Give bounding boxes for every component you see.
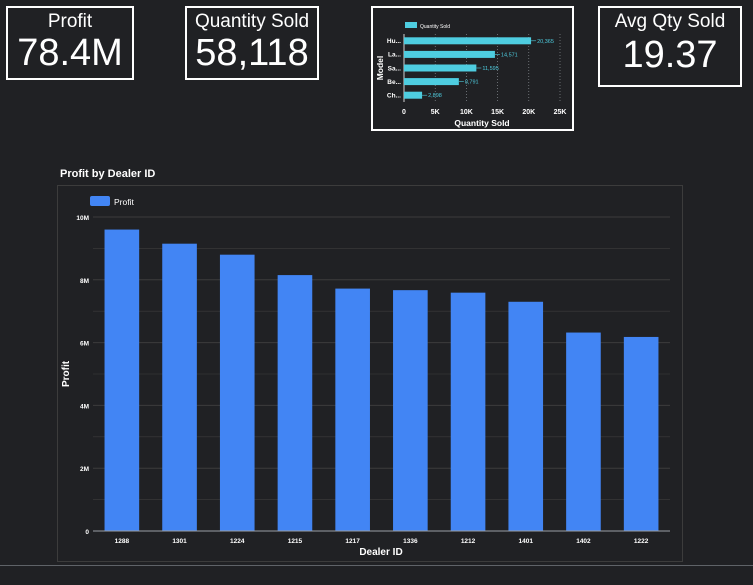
x-tick-label: 1222 [634, 538, 649, 545]
mini-chart-svg: Quantity Sold 0 5K 10K 15K 20K 25K Hu... 20,365 L… [375, 22, 567, 128]
kpi-card-quantity-sold: Quantity Sold 58,118 [185, 6, 319, 80]
kpi-card-profit: Profit 78.4M [6, 6, 134, 80]
mini-category-label: Sa... [388, 65, 402, 72]
mini-legend-label: Quantity Sold [420, 24, 450, 30]
mini-x-tick-label: 15K [491, 109, 504, 116]
mini-category-label: La... [388, 52, 401, 59]
mini-bar [404, 50, 495, 58]
kpi-label-avg-qty-sold: Avg Qty Sold [614, 11, 726, 32]
x-tick-label: 1402 [576, 538, 591, 545]
chart-title: Profit by Dealer ID [60, 168, 156, 180]
bar [508, 301, 544, 531]
mini-category-label: Ch... [387, 93, 401, 100]
x-tick-label: 1215 [288, 538, 303, 545]
mini-data-label: 2,898 [428, 93, 442, 99]
profit-by-dealer-chart: Profit 0 2M 4M 6M 8M 10M 1288 1301 1224 1215 1217 13… [57, 185, 683, 562]
kpi-label-profit: Profit [47, 11, 93, 32]
kpi-label-quantity-sold: Quantity Sold [194, 11, 310, 32]
mini-data-label: 11,595 [482, 66, 498, 72]
x-tick-label: 1212 [461, 538, 476, 545]
quantity-by-model-chart: Quantity Sold 0 5K 10K 15K 20K 25K Hu... 20,365 L… [371, 6, 574, 131]
bar [162, 243, 197, 531]
mini-x-tick-label: 25K [554, 109, 567, 116]
x-tick-label: 1288 [115, 538, 130, 545]
y-tick-label: 10M [76, 215, 89, 222]
kpi-value-profit: 78.4M [17, 32, 123, 74]
x-tick-label: 1301 [172, 538, 187, 545]
y-tick-label: 0 [85, 529, 89, 536]
mini-data-label: 20,365 [537, 39, 554, 45]
bar [623, 336, 659, 531]
legend-label-profit: Profit [114, 197, 134, 207]
x-tick-label: 1401 [519, 538, 534, 545]
x-axis-title: Dealer ID [359, 547, 402, 558]
y-tick-label: 6M [80, 341, 89, 348]
mini-legend-swatch [405, 22, 417, 28]
mini-x-axis-title: Quantity Sold [454, 118, 509, 128]
bar [393, 290, 428, 531]
legend-swatch-profit [90, 196, 110, 206]
mini-data-label: 14,571 [501, 52, 518, 58]
bar [219, 254, 255, 531]
bar [566, 332, 601, 531]
y-tick-label: 8M [80, 278, 89, 285]
y-tick-label: 4M [80, 403, 89, 410]
x-tick-label: 1224 [230, 538, 245, 545]
kpi-value-avg-qty-sold: 19.37 [622, 34, 718, 76]
main-chart-svg: Profit 0 2M 4M 6M 8M 10M 1288 1301 1224 1215 1217 13… [61, 196, 670, 558]
mini-data-label: 8,791 [465, 80, 479, 86]
y-axis-title: Profit [61, 360, 72, 387]
mini-y-axis-title: Model [375, 56, 385, 81]
mini-x-tick-label: 20K [522, 109, 535, 116]
x-tick-label: 1217 [345, 538, 360, 545]
mini-bar [404, 37, 532, 45]
bar [450, 292, 486, 531]
mini-bar [404, 78, 459, 86]
mini-x-tick-label: 10K [460, 109, 473, 116]
x-tick-label: 1336 [403, 538, 418, 545]
divider [0, 565, 753, 566]
mini-bar [404, 64, 477, 72]
bar [104, 229, 140, 531]
y-tick-label: 2M [80, 466, 89, 473]
kpi-value-quantity-sold: 58,118 [195, 32, 309, 74]
mini-x-tick-label: 0 [402, 109, 406, 116]
mini-category-label: Be... [387, 79, 401, 86]
kpi-card-avg-qty-sold: Avg Qty Sold 19.37 [598, 6, 742, 87]
mini-bar [404, 91, 423, 99]
bar [277, 275, 313, 531]
bar [335, 288, 370, 531]
mini-category-label: Hu... [387, 38, 401, 45]
mini-x-tick-label: 5K [431, 109, 440, 116]
